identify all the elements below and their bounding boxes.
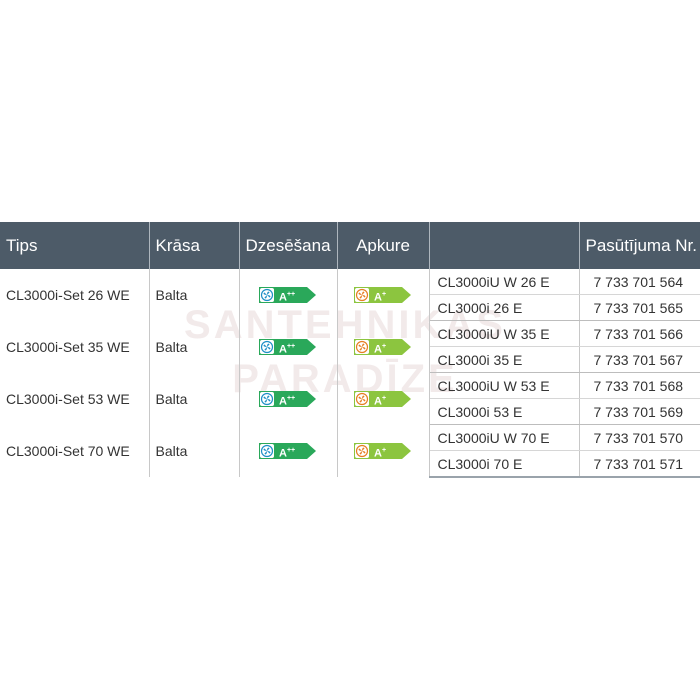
cell-order-number: 7 733 701 568 xyxy=(579,372,700,399)
cell-type: CL3000i-Set 35 WE xyxy=(0,320,150,373)
header-apkure: Apkure xyxy=(337,222,430,269)
cell-cooling: A++ xyxy=(239,424,338,477)
cooling-fan-icon xyxy=(260,392,274,407)
energy-class-text: A++ xyxy=(279,291,296,305)
cell-type: CL3000i-Set 53 WE xyxy=(0,372,150,425)
table-row: CL3000i-Set 53 WE Balta A++ A+ CL3000iU W 53… xyxy=(0,372,700,425)
cooling-energy-label: A++ xyxy=(259,339,317,356)
heating-energy-label: A+ xyxy=(354,287,412,305)
cell-heating: A+ xyxy=(337,320,430,373)
cell-cooling: A++ xyxy=(239,320,338,373)
heating-fan-icon xyxy=(355,340,369,355)
cell-order-number: 7 733 701 566 xyxy=(579,320,700,347)
cell-order-number: 7 733 701 569 xyxy=(579,398,700,425)
header-dzesesana: Dzesēšana xyxy=(239,222,338,269)
cell-model: CL3000i 53 E xyxy=(429,398,580,425)
heating-energy-label: A+ xyxy=(354,443,412,461)
header-order-number: Pasūtījuma Nr. xyxy=(579,222,700,269)
cell-model: CL3000iU W 70 E xyxy=(429,424,580,451)
product-spec-table: Tips Krāsa Dzesēšana Apkure Pasūtījuma N… xyxy=(0,222,700,478)
heating-energy-label: A+ xyxy=(354,391,412,408)
cell-type: CL3000i-Set 70 WE xyxy=(0,424,150,477)
heating-fan-icon xyxy=(355,288,369,303)
header-model xyxy=(429,222,580,269)
energy-class-text: A+ xyxy=(374,447,387,461)
cell-type: CL3000i-Set 26 WE xyxy=(0,269,150,321)
cell-heating: A+ xyxy=(337,269,430,321)
cell-order-number: 7 733 701 565 xyxy=(579,294,700,321)
energy-class-text: A++ xyxy=(279,447,296,461)
cell-order-number: 7 733 701 567 xyxy=(579,346,700,373)
heating-fan-icon xyxy=(355,392,369,407)
energy-class-text: A+ xyxy=(374,291,387,305)
cell-model: CL3000i 70 E xyxy=(429,450,580,478)
cell-model: CL3000i 26 E xyxy=(429,294,580,321)
cooling-fan-icon xyxy=(260,288,274,303)
cell-cooling: A++ xyxy=(239,269,338,321)
cell-color: Balta xyxy=(149,372,240,425)
cell-model: CL3000iU W 53 E xyxy=(429,372,580,399)
table-row: CL3000i-Set 70 WE Balta A++ A+ CL3000iU W 70… xyxy=(0,424,700,477)
cooling-energy-label: A++ xyxy=(259,287,317,305)
heating-energy-label: A+ xyxy=(354,339,412,356)
energy-class-text: A+ xyxy=(374,395,387,408)
cell-order-number: 7 733 701 571 xyxy=(579,450,700,478)
energy-class-text: A++ xyxy=(279,343,296,356)
cooling-fan-icon xyxy=(260,444,274,459)
cell-model: CL3000iU W 26 E xyxy=(429,269,580,295)
cooling-energy-label: A++ xyxy=(259,443,317,461)
cell-color: Balta xyxy=(149,320,240,373)
table-row: CL3000i-Set 35 WE Balta A++ A+ CL3000iU W 35… xyxy=(0,320,700,373)
cell-order-number: 7 733 701 564 xyxy=(579,269,700,295)
heating-fan-icon xyxy=(355,444,369,459)
cell-model: CL3000iU W 35 E xyxy=(429,320,580,347)
table-body: CL3000i-Set 26 WE Balta A++ A+ CL3000iU W 26… xyxy=(0,269,700,478)
cell-heating: A+ xyxy=(337,424,430,477)
header-tips: Tips xyxy=(0,222,150,269)
cell-model: CL3000i 35 E xyxy=(429,346,580,373)
header-krasa: Krāsa xyxy=(149,222,240,269)
table-row: CL3000i-Set 26 WE Balta A++ A+ CL3000iU W 26… xyxy=(0,269,700,321)
table-header-row: Tips Krāsa Dzesēšana Apkure Pasūtījuma N… xyxy=(0,222,700,269)
cell-color: Balta xyxy=(149,424,240,477)
cell-heating: A+ xyxy=(337,372,430,425)
cell-cooling: A++ xyxy=(239,372,338,425)
cell-order-number: 7 733 701 570 xyxy=(579,424,700,451)
cell-color: Balta xyxy=(149,269,240,321)
cooling-energy-label: A++ xyxy=(259,391,317,408)
energy-class-text: A+ xyxy=(374,343,387,356)
energy-class-text: A++ xyxy=(279,395,296,408)
cooling-fan-icon xyxy=(260,340,274,355)
